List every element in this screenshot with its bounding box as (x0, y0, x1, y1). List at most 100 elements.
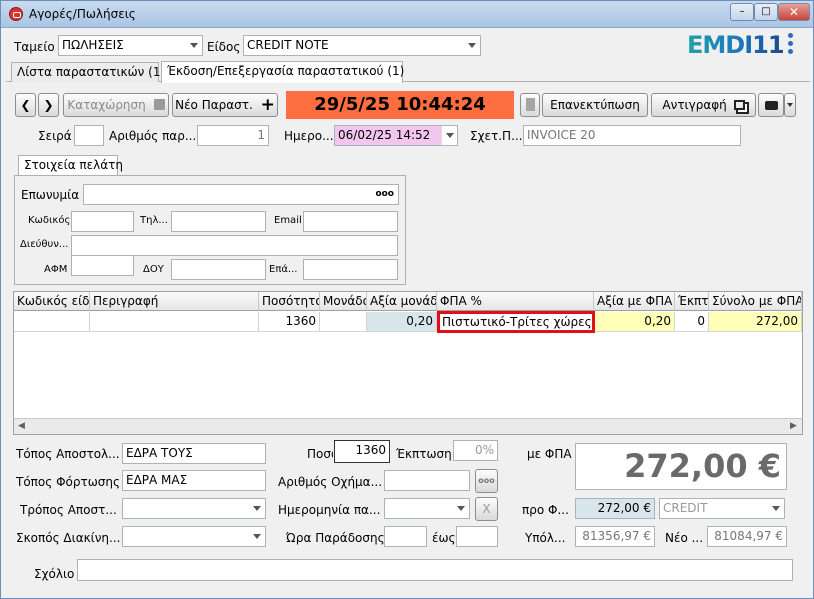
doy-label: ΔΟΥ (143, 264, 164, 275)
address-input[interactable] (71, 235, 398, 256)
next-button[interactable]: ❯ (38, 93, 59, 117)
new-document-button[interactable]: Νέο Παραστ. + (172, 93, 278, 117)
topos-apostolis-label: Τόπος Αποστολ... (16, 447, 120, 461)
eidos-select[interactable]: CREDIT NOTE (243, 35, 481, 56)
copy-button[interactable]: Αντιγραφή (651, 93, 756, 117)
neo-label: Νέο ... (665, 531, 704, 545)
print-dropdown-button[interactable] (784, 93, 796, 117)
grid-header-unit-value[interactable]: Αξία μονάδα (367, 292, 437, 311)
reprint-button[interactable]: Επανεκτύπωση (542, 93, 648, 117)
tab-document-edit[interactable]: Έκδοση/Επεξεργασία παραστατικού (1) (161, 61, 404, 83)
tab-customer-details[interactable]: Στοιχεία πελάτη (18, 155, 123, 175)
ypol-label: Υπόλ... (525, 531, 566, 545)
phone-label: Τηλ... (140, 215, 168, 226)
tropos-select[interactable] (122, 498, 266, 519)
grid-header-unit[interactable]: Μονάδα (320, 292, 367, 311)
skopos-select[interactable] (122, 526, 266, 547)
maximize-button[interactable]: □ (754, 3, 778, 21)
doc-icon-button[interactable] (520, 93, 540, 117)
hmeromhnia-label: Ημερομηνία πα... (278, 503, 381, 517)
code-label: Κωδικός (28, 215, 71, 226)
sxolio-input[interactable] (77, 559, 793, 581)
afm-label: ΑΦΜ (44, 264, 68, 275)
save-label: Καταχώρηση (67, 98, 146, 112)
save-button[interactable]: Καταχώρηση (63, 93, 169, 117)
clear-date-button[interactable]: X (475, 497, 498, 521)
topos-fortosis-input[interactable]: ΕΔΡΑ ΜΑΣ (122, 470, 266, 491)
minimize-button[interactable]: – (730, 3, 754, 21)
cell-code[interactable] (14, 312, 90, 332)
ellipsis-icon[interactable]: ooo (375, 185, 394, 204)
tameio-select[interactable]: ΠΩΛΗΣΕΙΣ (58, 35, 203, 56)
chevron-down-icon (787, 103, 793, 107)
code-input[interactable] (71, 211, 134, 232)
eos-label: έως (432, 531, 456, 545)
ochima-lookup-button[interactable]: ooo (475, 469, 498, 493)
ekptosi-input[interactable]: 0% (453, 440, 498, 461)
tab-document-list[interactable]: Λίστα παραστατικών (1) (11, 62, 165, 82)
topos-apostolis-input[interactable]: ΕΔΡΑ ΤΟΥΣ (122, 443, 266, 464)
cell-unit-value[interactable]: 0,20 (367, 312, 437, 332)
date-value: 06/02/25 14:52 (338, 128, 431, 142)
payment-select[interactable]: CREDIT (659, 498, 785, 519)
prev-button[interactable]: ❮ (15, 93, 36, 117)
hmeromhnia-select[interactable] (384, 498, 470, 519)
name-input[interactable]: ooo (83, 184, 399, 205)
phone-input[interactable] (171, 211, 266, 232)
afm-input[interactable] (71, 255, 134, 276)
seira-input[interactable] (74, 125, 104, 146)
ora-from-input[interactable] (384, 526, 427, 547)
eidos-label: Είδος (207, 40, 241, 54)
ochima-input[interactable] (384, 470, 470, 491)
cell-total[interactable]: 272,00 (709, 312, 802, 332)
printer-icon (764, 101, 778, 110)
floppy-icon (153, 99, 165, 110)
email-input[interactable] (303, 211, 398, 232)
ochima-label: Αριθμός Οχήμα... (278, 475, 383, 489)
arithmos-input[interactable]: 1 (197, 125, 269, 146)
grid-header-vat[interactable]: ΦΠΑ % (437, 292, 594, 311)
grid-header-discount[interactable]: Έκπτ (675, 292, 709, 311)
chevron-right-icon: ❯ (43, 98, 54, 112)
more-menu-icon[interactable] (787, 33, 795, 55)
skopos-label: Σκοπός Διακίνη... (16, 531, 121, 545)
scroll-left-icon[interactable]: ◀ (15, 420, 28, 433)
ora-to-input[interactable] (456, 526, 498, 547)
chevron-left-icon: ❮ (20, 98, 31, 112)
main-window: Αγορές/Πωλήσεις – □ ✕ Ταμείο ΠΩΛΗΣΕΙΣ Εί… (0, 0, 814, 599)
posotita-input[interactable]: 1360 (334, 440, 390, 463)
ora-label: Ώρα Παράδοσης (286, 531, 385, 545)
grid-header-total[interactable]: Σύνολο με ΦΠΑ (709, 292, 802, 311)
cell-description[interactable] (90, 312, 259, 332)
print-button[interactable] (758, 93, 784, 117)
plus-icon: + (260, 95, 275, 115)
posotita-label: Ποσότη... (307, 447, 333, 461)
doy-input[interactable] (171, 259, 266, 280)
grid-header-code[interactable]: Κωδικός είδο (14, 292, 90, 311)
ypol-input[interactable]: 81356,97 € (575, 526, 655, 547)
cell-unit[interactable] (320, 312, 367, 332)
datetime-display: 29/5/25 10:44:24 (286, 91, 514, 119)
chevron-down-icon (186, 36, 202, 55)
grid-header-quantity[interactable]: Ποσότητα (259, 292, 320, 311)
cell-discount[interactable]: 0 (675, 312, 709, 332)
sxet-input[interactable]: INVOICE 20 (523, 125, 741, 146)
cell-vat[interactable]: Πιστωτικό-Τρίτες χώρες 0 (437, 311, 595, 333)
cell-quantity[interactable]: 1360 (259, 312, 320, 332)
grid-header-value-with-vat[interactable]: Αξία με ΦΠΑ (594, 292, 675, 311)
scroll-right-icon[interactable]: ▶ (787, 420, 800, 433)
horizontal-scrollbar[interactable]: ◀ ▶ (14, 418, 802, 434)
chevron-down-icon (768, 499, 784, 518)
tameio-label: Ταμείο (14, 40, 55, 54)
date-input[interactable]: 06/02/25 14:52 (334, 125, 458, 146)
epa-input[interactable] (303, 259, 398, 280)
cell-value-with-vat[interactable]: 0,20 (595, 312, 675, 332)
close-button[interactable]: ✕ (778, 3, 810, 21)
address-label: Διεύθυν... (20, 239, 69, 250)
chevron-down-icon (464, 36, 480, 55)
pro-input[interactable]: 272,00 € (575, 498, 655, 519)
document-icon (525, 98, 535, 111)
date-label: Ημερο... (284, 129, 334, 143)
neo-input[interactable]: 81084,97 € (707, 526, 787, 547)
grid-header-description[interactable]: Περιγραφή (90, 292, 259, 311)
